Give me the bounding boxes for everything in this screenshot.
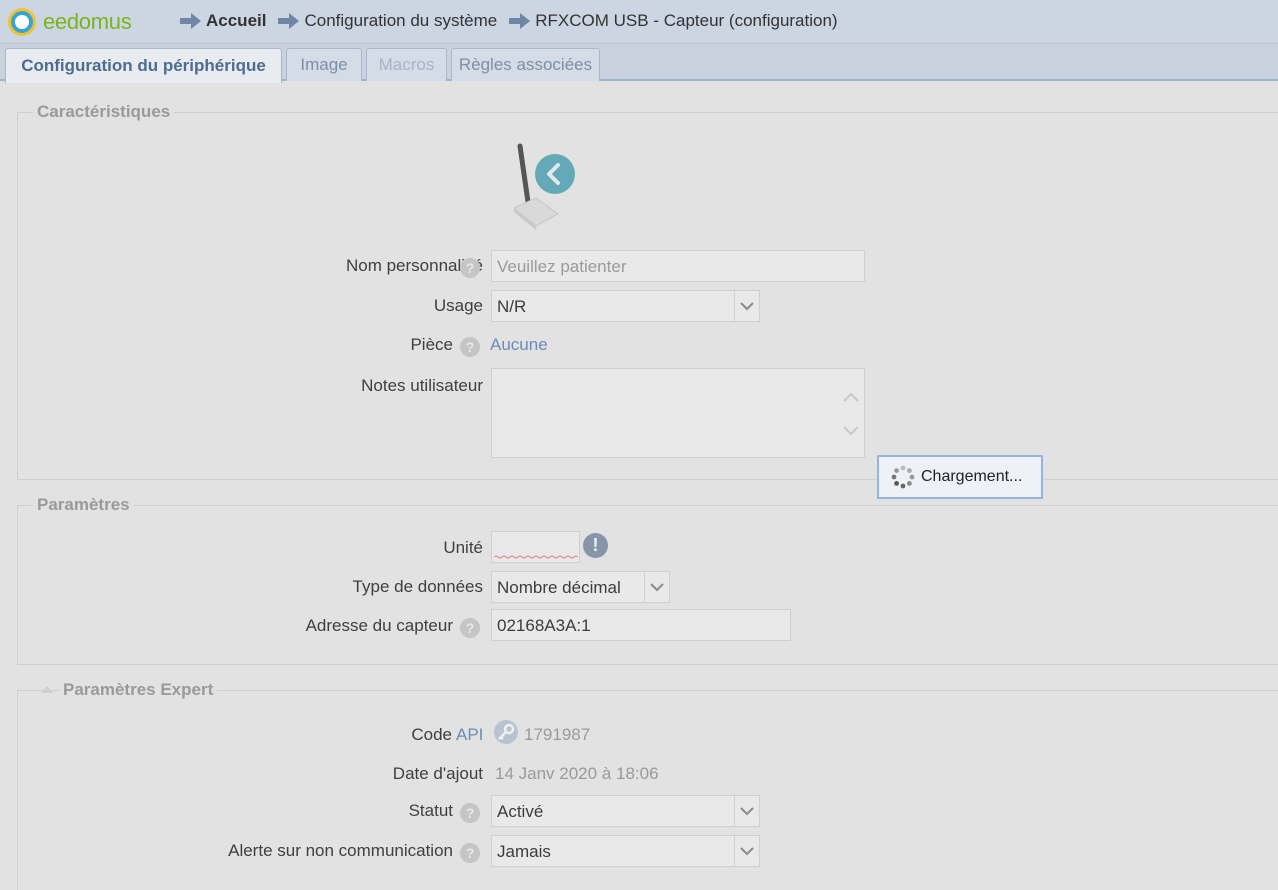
- help-icon[interactable]: ?: [460, 843, 480, 863]
- breadcrumb-item-device: RFXCOM USB - Capteur (configuration): [509, 11, 838, 31]
- chevron-down-icon[interactable]: [734, 291, 759, 321]
- tab-image[interactable]: Image: [286, 48, 362, 81]
- loading-label: Chargement...: [921, 468, 1023, 485]
- type-value: Nombre décimal: [497, 578, 621, 597]
- loading-indicator: Chargement...: [877, 455, 1043, 499]
- spinner-icon: [891, 465, 915, 489]
- breadcrumb-item-system[interactable]: Configuration du système: [278, 11, 497, 31]
- help-icon[interactable]: ?: [460, 337, 480, 357]
- help-icon[interactable]: ?: [460, 258, 480, 278]
- notes-label: Notes utilisateur: [361, 376, 483, 395]
- logo-ring-icon: [11, 11, 33, 33]
- statut-select[interactable]: Activé: [491, 795, 760, 827]
- breadcrumb-label: Accueil: [206, 11, 267, 30]
- back-icon[interactable]: [535, 154, 575, 194]
- help-icon[interactable]: ?: [460, 803, 480, 823]
- textarea-scrollbar[interactable]: [838, 369, 864, 457]
- code-value: 1791987: [524, 725, 591, 744]
- type-select[interactable]: Nombre décimal: [491, 571, 670, 603]
- api-link[interactable]: API: [456, 725, 483, 745]
- tab-bar: Configuration du périphérique Image Macr…: [0, 44, 1278, 83]
- arrow-right-icon: [180, 13, 201, 29]
- help-icon[interactable]: ?: [460, 618, 480, 638]
- breadcrumb: Accueil Configuration du système RFXCOM …: [180, 11, 850, 31]
- arrow-right-icon: [509, 13, 531, 29]
- usage-select[interactable]: N/R: [491, 290, 760, 322]
- adresse-input[interactable]: 02168A3A:1: [491, 609, 791, 641]
- alerte-value: Jamais: [497, 842, 551, 861]
- fieldset-legend: Paramètres: [33, 495, 134, 515]
- spellcheck-underline: [494, 555, 578, 559]
- arrow-right-icon: [278, 13, 300, 29]
- usage-value: N/R: [497, 297, 527, 316]
- notes-textarea[interactable]: [491, 368, 865, 458]
- piece-label: Pièce: [410, 335, 453, 354]
- collapse-triangle-icon[interactable]: [41, 686, 53, 693]
- chevron-down-icon[interactable]: [644, 572, 669, 602]
- top-header: eedomus Accueil Configuration du système…: [0, 0, 1278, 44]
- date-value: 14 Janv 2020 à 18:06: [495, 764, 659, 783]
- statut-value: Activé: [497, 802, 544, 821]
- tab-associated-rules[interactable]: Règles associées: [451, 48, 600, 81]
- alerte-label: Alerte sur non communication: [228, 841, 453, 860]
- chevron-down-icon[interactable]: [734, 836, 759, 866]
- usage-label: Usage: [433, 296, 483, 315]
- type-label: Type de données: [352, 577, 483, 596]
- unite-label: Unité: [443, 538, 483, 557]
- breadcrumb-label: RFXCOM USB - Capteur (configuration): [535, 11, 838, 30]
- eedomus-logo[interactable]: eedomus: [11, 5, 132, 39]
- breadcrumb-label: Configuration du système: [304, 11, 498, 30]
- nom-input[interactable]: Veuillez patienter: [491, 250, 865, 282]
- piece-link[interactable]: Aucune: [490, 335, 548, 355]
- unite-input[interactable]: [491, 531, 580, 563]
- key-icon[interactable]: [494, 720, 518, 744]
- fieldset-legend[interactable]: Paramètres Expert: [59, 680, 218, 700]
- fieldset-legend: Caractéristiques: [33, 102, 175, 122]
- breadcrumb-item-home[interactable]: Accueil: [180, 11, 266, 31]
- chevron-down-icon[interactable]: [734, 796, 759, 826]
- statut-label: Statut: [408, 801, 453, 820]
- code-label: Code: [411, 725, 452, 744]
- tab-device-configuration[interactable]: Configuration du périphérique: [5, 48, 282, 83]
- date-label: Date d'ajout: [392, 764, 483, 783]
- alerte-select[interactable]: Jamais: [491, 835, 760, 867]
- logo-text: eedomus: [43, 9, 132, 34]
- warning-icon: !: [583, 533, 608, 558]
- tab-macros: Macros: [366, 48, 447, 81]
- adresse-label: Adresse du capteur: [305, 616, 453, 635]
